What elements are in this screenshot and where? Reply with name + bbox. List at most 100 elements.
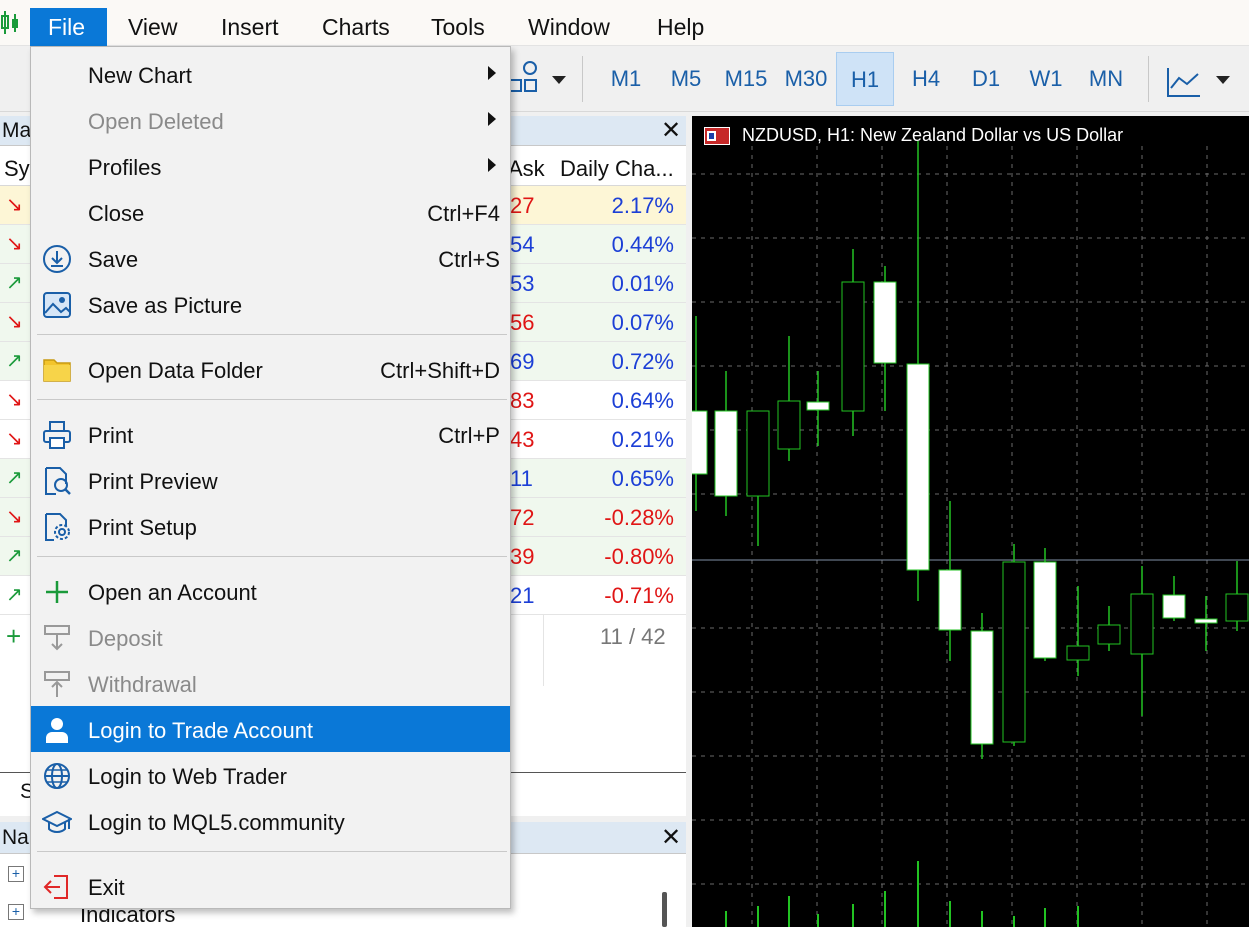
ask-value: 27 xyxy=(510,193,535,218)
arrow-up-icon: ↗ xyxy=(6,467,23,489)
menu-charts[interactable]: Charts xyxy=(304,8,408,46)
menu-help[interactable]: Help xyxy=(639,8,722,46)
ask-value: 53 xyxy=(510,271,535,296)
timeframe-w1[interactable]: W1 xyxy=(1020,52,1072,106)
menu-item-shortcut: Ctrl+Shift+D xyxy=(380,358,500,383)
daily-change-value: 0.44% xyxy=(611,232,674,257)
timeframe-mn[interactable]: MN xyxy=(1080,52,1132,106)
candle-body xyxy=(970,630,994,745)
menu-item-profiles[interactable]: Profiles xyxy=(31,143,510,189)
col-daily-change[interactable]: Daily Cha... xyxy=(560,156,674,182)
menu-item-login-to-web-trader[interactable]: Login to Web Trader xyxy=(31,752,510,798)
menu-item-label: Profiles xyxy=(88,155,162,180)
arrow-down-icon: ↘ xyxy=(6,311,23,333)
menu-item-print[interactable]: Print Ctrl+P xyxy=(31,411,510,457)
expand-icon[interactable]: + xyxy=(8,904,24,920)
candle-body xyxy=(1033,561,1057,659)
deposit-icon xyxy=(42,623,72,653)
timeframe-d1[interactable]: D1 xyxy=(960,52,1012,106)
daily-change-value: 0.01% xyxy=(611,271,674,296)
menu-item-shortcut: Ctrl+F4 xyxy=(427,201,500,226)
graduation-cap-icon xyxy=(40,807,74,837)
candle-body xyxy=(692,410,708,475)
candle-body xyxy=(746,410,770,497)
menu-item-save[interactable]: Save Ctrl+S xyxy=(31,235,510,281)
menu-separator xyxy=(37,556,507,557)
ask-value: 39 xyxy=(510,544,535,569)
arrow-up-icon: ↗ xyxy=(6,584,23,606)
ask-value: 21 xyxy=(510,583,535,608)
submenu-arrow-icon xyxy=(488,112,496,126)
file-menu-dropdown: New Chart Open Deleted Profiles Close Ctrl+F… xyxy=(30,46,511,909)
menu-item-open-data-folder[interactable]: Open Data Folder Ctrl+Shift+D xyxy=(31,346,510,392)
candle-body xyxy=(1194,618,1218,624)
candle-body xyxy=(841,281,865,412)
timeframe-m1[interactable]: M1 xyxy=(600,52,652,106)
candle-body xyxy=(906,363,930,571)
line-chart-icon[interactable] xyxy=(1166,66,1202,98)
candle-body xyxy=(1225,593,1249,622)
candle-body xyxy=(1066,645,1090,661)
menu-item-new-chart[interactable]: New Chart xyxy=(31,51,510,97)
menu-item-login-to-mql5-community[interactable]: Login to MQL5.community xyxy=(31,798,510,844)
save-icon xyxy=(42,244,72,274)
menu-item-label: Deposit xyxy=(88,626,163,651)
menu-insert[interactable]: Insert xyxy=(203,8,297,46)
timeframe-m30[interactable]: M30 xyxy=(778,52,834,106)
candle-body xyxy=(1002,561,1026,743)
menu-item-withdrawal: Withdrawal xyxy=(31,660,510,706)
menu-item-label: Login to MQL5.community xyxy=(88,810,345,835)
menu-item-login-to-trade-account[interactable]: Login to Trade Account xyxy=(31,706,510,752)
chart-window[interactable]: NZDUSD, H1: New Zealand Dollar vs US Dol… xyxy=(692,116,1249,927)
timeframe-m15[interactable]: M15 xyxy=(718,52,774,106)
close-icon[interactable]: ✕ xyxy=(660,119,682,143)
col-symbol[interactable]: Sy xyxy=(4,156,30,182)
daily-change-value: -0.80% xyxy=(604,544,674,569)
daily-change-value: 0.72% xyxy=(611,349,674,374)
menu-item-save-as-picture[interactable]: Save as Picture xyxy=(31,281,510,327)
candlestick-chart xyxy=(692,141,1249,927)
expand-icon[interactable]: + xyxy=(8,866,24,882)
chevron-down-icon[interactable] xyxy=(1216,76,1230,84)
menu-item-open-deleted: Open Deleted xyxy=(31,97,510,143)
menu-item-label: Open an Account xyxy=(88,580,257,605)
menu-item-label: Save as Picture xyxy=(88,293,243,318)
menu-item-print-setup[interactable]: Print Setup xyxy=(31,503,510,549)
app-logo-icon xyxy=(1,11,18,34)
withdrawal-icon xyxy=(42,669,72,699)
menu-item-print-preview[interactable]: Print Preview xyxy=(31,457,510,503)
daily-change-value: -0.28% xyxy=(604,505,674,530)
timeframe-m5[interactable]: M5 xyxy=(660,52,712,106)
menu-bar: File View Insert Charts Tools Window Hel… xyxy=(0,0,1249,46)
menu-file[interactable]: File xyxy=(30,8,107,46)
arrow-down-icon: ↘ xyxy=(6,506,23,528)
scrollbar[interactable] xyxy=(662,892,667,927)
chevron-down-icon[interactable] xyxy=(552,76,566,84)
menu-item-exit[interactable]: Exit xyxy=(31,863,510,909)
picture-icon xyxy=(42,290,72,320)
user-icon xyxy=(42,715,72,745)
menu-view[interactable]: View xyxy=(110,8,195,46)
arrow-up-icon: ↗ xyxy=(6,272,23,294)
daily-change-value: 0.07% xyxy=(611,310,674,335)
menu-item-open-an-account[interactable]: Open an Account xyxy=(31,568,510,614)
timeframe-h1[interactable]: H1 xyxy=(836,52,894,106)
menu-item-label: Save xyxy=(88,247,139,272)
menu-item-label: Login to Trade Account xyxy=(88,718,314,743)
menu-window[interactable]: Window xyxy=(510,8,628,46)
add-symbol-icon[interactable]: + xyxy=(6,621,21,652)
folder-icon xyxy=(42,355,72,385)
menu-tools[interactable]: Tools xyxy=(413,8,503,46)
arrow-down-icon: ↘ xyxy=(6,194,23,216)
menu-item-label: Print Setup xyxy=(88,515,197,540)
objects-icon[interactable] xyxy=(508,60,540,96)
ask-value: 11 xyxy=(510,466,533,491)
market-watch-title: Ma xyxy=(2,119,32,142)
timeframe-h4[interactable]: H4 xyxy=(900,52,952,106)
col-ask[interactable]: Ask xyxy=(508,156,545,182)
plus-icon xyxy=(42,577,72,607)
exit-icon xyxy=(42,872,72,902)
close-icon[interactable]: ✕ xyxy=(660,826,682,850)
menu-item-close[interactable]: Close Ctrl+F4 xyxy=(31,189,510,235)
ask-value: 83 xyxy=(510,388,535,413)
